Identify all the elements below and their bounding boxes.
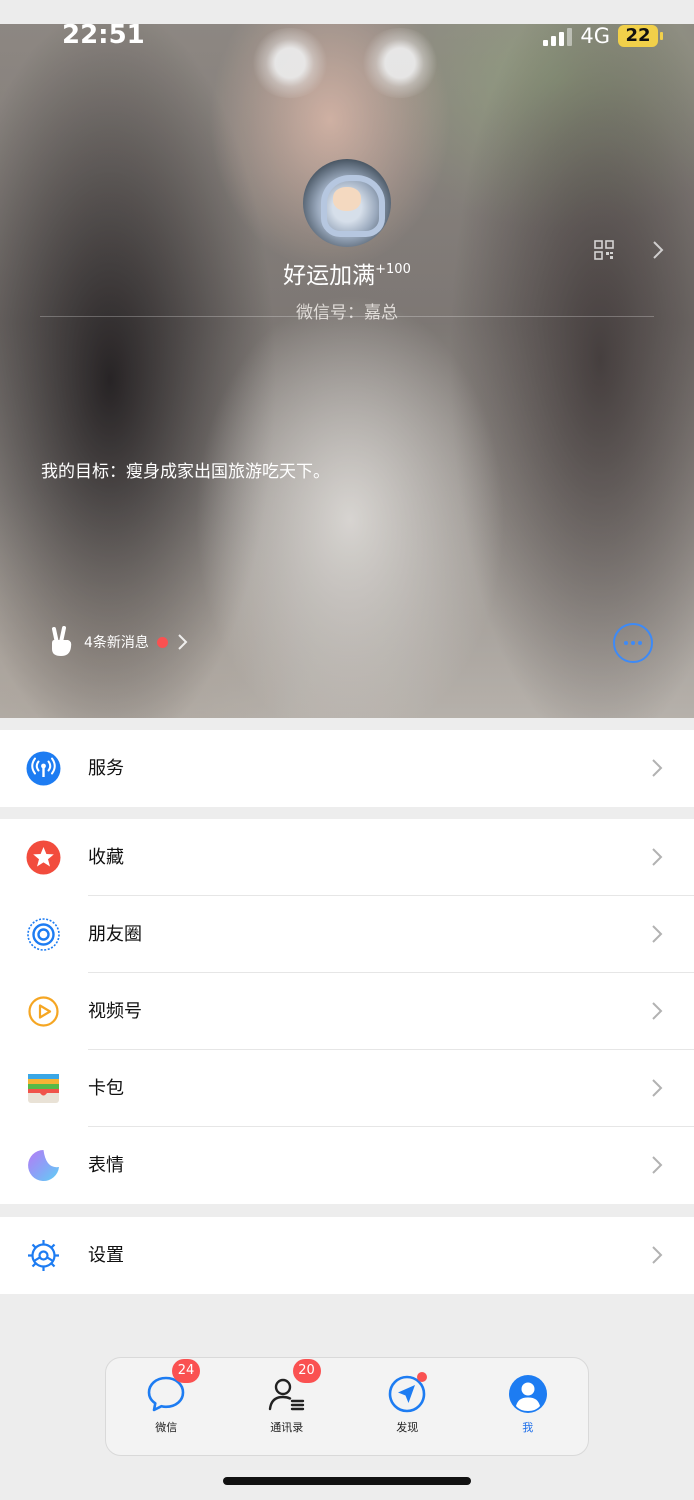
avatar[interactable] — [303, 159, 391, 247]
menu-label: 收藏 — [88, 847, 124, 868]
unread-badge: 20 — [292, 1359, 321, 1383]
new-messages-link[interactable]: 4条新消息 — [48, 625, 188, 659]
new-messages-text: 4条新消息 — [84, 635, 149, 651]
new-dot — [417, 1372, 427, 1382]
chevron-right-icon — [652, 848, 663, 866]
menu-label: 设置 — [88, 1245, 124, 1266]
moments-icon — [27, 918, 60, 951]
home-indicator[interactable] — [223, 1477, 471, 1485]
menu-item-stickers[interactable]: 表情 — [0, 1127, 694, 1204]
channels-icon — [28, 996, 59, 1027]
settings-icon — [28, 1240, 59, 1271]
status-time: 22:51 — [62, 20, 145, 50]
menu-item-services[interactable]: 服务 — [0, 730, 694, 807]
peace-hand-icon — [52, 626, 72, 656]
battery-icon: 22 — [618, 25, 663, 47]
menu-label: 表情 — [88, 1155, 124, 1176]
tab-discover[interactable]: 发现 — [347, 1358, 468, 1455]
menu-group-main: 收藏 朋友圈 视频号 卡包 表情 — [0, 819, 694, 1204]
wallet-icon — [28, 1074, 59, 1103]
profile-header: 22:51 4G 22 好运加满+100 微信号：嘉总 我的目标：瘦身成家出国旅… — [0, 0, 694, 718]
chevron-right-icon — [652, 1156, 663, 1174]
qr-code-icon[interactable] — [594, 240, 614, 260]
tab-label: 通讯录 — [270, 1421, 304, 1434]
tab-bar: 微信 24 通讯录 20 发现 我 — [105, 1357, 589, 1456]
menu-label: 朋友圈 — [88, 924, 142, 945]
status-bar: 22:51 4G 22 — [0, 0, 694, 60]
menu-item-moments[interactable]: 朋友圈 — [0, 896, 694, 973]
menu-group-settings: 设置 — [0, 1217, 694, 1294]
tab-label: 发现 — [396, 1421, 419, 1434]
menu-label: 服务 — [88, 758, 124, 779]
wechat-id: 微信号：嘉总 — [296, 303, 398, 323]
chevron-right-icon — [652, 759, 663, 777]
chevron-right-icon — [652, 1002, 663, 1020]
signal-icon — [543, 26, 573, 46]
menu-label: 卡包 — [88, 1078, 124, 1099]
tab-me[interactable]: 我 — [468, 1358, 589, 1455]
service-icon — [26, 751, 61, 786]
more-icon[interactable] — [613, 623, 653, 663]
menu-item-channels[interactable]: 视频号 — [0, 973, 694, 1050]
star-icon — [26, 840, 61, 875]
chevron-right-icon — [652, 925, 663, 943]
tab-label: 我 — [522, 1421, 534, 1434]
menu-item-favorites[interactable]: 收藏 — [0, 819, 694, 896]
tab-label: 微信 — [155, 1421, 178, 1434]
menu-item-cards[interactable]: 卡包 — [0, 1050, 694, 1127]
menu-item-settings[interactable]: 设置 — [0, 1217, 694, 1294]
chevron-right-icon — [178, 634, 188, 650]
nickname-superscript: +100 — [375, 262, 411, 277]
nickname[interactable]: 好运加满+100 — [0, 256, 694, 290]
network-type: 4G — [580, 24, 610, 48]
chevron-right-icon[interactable] — [650, 240, 666, 260]
unread-dot — [156, 636, 168, 648]
sticker-icon — [28, 1150, 59, 1181]
unread-badge: 24 — [172, 1359, 200, 1383]
divider — [40, 316, 654, 317]
me-icon — [508, 1375, 547, 1413]
status-text[interactable]: 我的目标：瘦身成家出国旅游吃天下。 — [41, 457, 330, 482]
menu-label: 视频号 — [88, 1001, 142, 1022]
tab-contacts[interactable]: 通讯录 20 — [227, 1358, 348, 1455]
chevron-right-icon — [652, 1246, 663, 1264]
tab-chats[interactable]: 微信 24 — [106, 1358, 227, 1455]
chevron-right-icon — [652, 1079, 663, 1097]
menu-group-services: 服务 — [0, 730, 694, 807]
